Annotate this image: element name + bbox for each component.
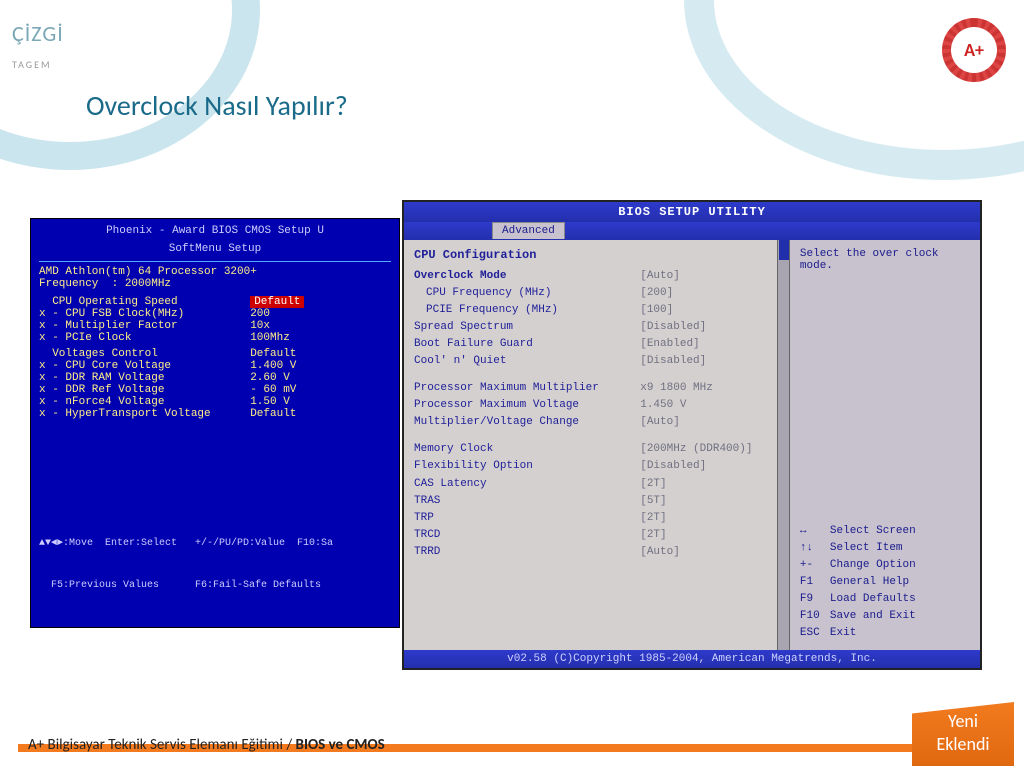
bios-setting-row[interactable]: TRP[2T] (414, 510, 779, 527)
bios-setting-row[interactable]: TRCD[2T] (414, 527, 779, 544)
key-hint: ↑↓Select Item (800, 540, 972, 557)
help-text: Select the over clock mode. (800, 248, 970, 272)
slide-title: Overclock Nasıl Yapılır? (86, 88, 348, 123)
ami-right-panel: Select the over clock mode. ↔Select Scre… (790, 240, 980, 650)
logo-sub: TAGEM (12, 58, 52, 71)
phoenix-bios-screenshot: Phoenix - Award BIOS CMOS Setup U SoftMe… (30, 218, 400, 628)
bios-setting-row[interactable]: Memory Clock[200MHz (DDR400)] (414, 441, 779, 458)
ami-tabbar: Advanced (404, 222, 980, 240)
key-legend: ↔Select Screen↑↓Select Item+-Change Opti… (800, 523, 972, 642)
bios-row: Voltages ControlDefault (39, 348, 391, 360)
cpu-freq: Frequency : 2000MHz (39, 278, 250, 290)
new-badge: YeniEklendi (912, 702, 1014, 766)
phoenix-footer: ▲▼◄►:Move Enter:Select +/-/PU/PD:Value F… (39, 509, 391, 621)
tab-advanced[interactable]: Advanced (492, 222, 565, 239)
ami-section-title: CPU Configuration (414, 248, 779, 262)
key-hint: ESCExit (800, 625, 972, 642)
bios-setting-row[interactable]: Flexibility Option[Disabled] (414, 458, 779, 475)
ami-bios-screenshot: BIOS SETUP UTILITY Advanced CPU Configur… (402, 200, 982, 670)
key-hint: ↔Select Screen (800, 523, 972, 540)
bios-setting-row[interactable]: Multiplier/Voltage Change[Auto] (414, 414, 779, 431)
bios-setting-row[interactable]: Processor Maximum Multiplierx9 1800 MHz (414, 380, 779, 397)
bottom-text: A+ Bilgisayar Teknik Servis Elemanı Eğit… (28, 736, 385, 754)
bios-row: x - DDR Ref Voltage- 60 mV (39, 384, 391, 396)
bios-setting-row[interactable]: PCIE Frequency (MHz)[100] (414, 302, 779, 319)
key-hint: +-Change Option (800, 557, 972, 574)
phoenix-header1: Phoenix - Award BIOS CMOS Setup U (39, 225, 391, 237)
bios-setting-row[interactable]: Processor Maximum Voltage1.450 V (414, 397, 779, 414)
bios-row: x - Multiplier Factor10x (39, 320, 391, 332)
logo: ÇİZGİ TAGEM (12, 20, 64, 74)
bios-setting-row[interactable]: Boot Failure Guard[Enabled] (414, 336, 779, 353)
logo-main: ÇİZGİ (12, 20, 64, 47)
bios-setting-row[interactable]: Overclock Mode[Auto] (414, 268, 779, 285)
aplus-text: A+ (951, 27, 997, 73)
ami-title: BIOS SETUP UTILITY (404, 202, 980, 222)
aplus-badge-icon: A+ (942, 18, 1006, 82)
bios-row: x - CPU Core Voltage1.400 V (39, 360, 391, 372)
key-hint: F1General Help (800, 574, 972, 591)
bios-row: x - CPU FSB Clock(MHz)200 (39, 308, 391, 320)
bios-row: x - HyperTransport VoltageDefault (39, 408, 391, 420)
bios-setting-row[interactable]: TRRD[Auto] (414, 544, 779, 561)
bios-setting-row[interactable]: Cool' n' Quiet[Disabled] (414, 353, 779, 370)
bottom-bar: A+ Bilgisayar Teknik Servis Elemanı Eğit… (0, 728, 1024, 768)
ami-copyright: v02.58 (C)Copyright 1985-2004, American … (404, 650, 980, 668)
bios-row: x - DDR RAM Voltage2.60 V (39, 372, 391, 384)
bios-setting-row[interactable]: CAS Latency[2T] (414, 476, 779, 493)
scrollbar[interactable] (777, 240, 789, 650)
ami-left-panel: CPU Configuration Overclock Mode[Auto]CP… (404, 240, 790, 650)
key-hint: F10Save and Exit (800, 608, 972, 625)
bios-setting-row[interactable]: TRAS[5T] (414, 493, 779, 510)
phoenix-header2: SoftMenu Setup (39, 243, 391, 255)
bios-row: x - PCIe Clock100Mhz (39, 332, 391, 344)
cpu-model: AMD Athlon(tm) 64 Processor 3200+ (39, 266, 257, 278)
bios-row: CPU Operating SpeedDefault (39, 296, 391, 308)
bios-row: x - nForce4 Voltage1.50 V (39, 396, 391, 408)
key-hint: F9Load Defaults (800, 591, 972, 608)
bios-setting-row[interactable]: Spread Spectrum[Disabled] (414, 319, 779, 336)
bios-setting-row[interactable]: CPU Frequency (MHz)[200] (414, 285, 779, 302)
